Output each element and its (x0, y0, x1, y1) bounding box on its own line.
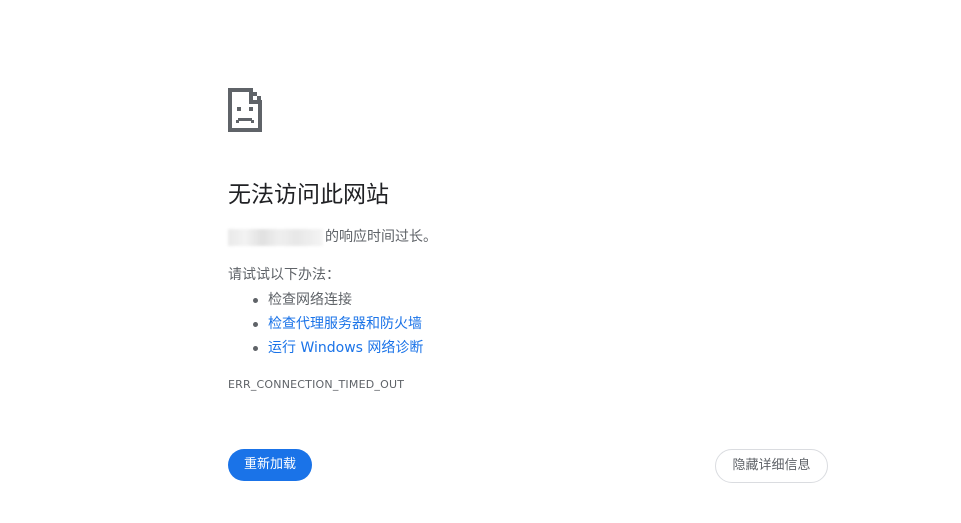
run-windows-diagnostics-link[interactable]: 运行 Windows 网络诊断 (268, 340, 423, 356)
suggestion-item-check-network: 检查网络连接 (228, 288, 648, 312)
suggestion-item-check-proxy[interactable]: 检查代理服务器和防火墙 (228, 312, 648, 336)
suggestions-list: 检查网络连接 检查代理服务器和防火墙 运行 Windows 网络诊断 (228, 288, 648, 360)
suggestion-item-run-diagnostics[interactable]: 运行 Windows 网络诊断 (228, 336, 648, 360)
suggestions-section: 请试试以下办法： 检查网络连接 检查代理服务器和防火墙 运行 Windows 网… (228, 265, 648, 360)
hide-details-button[interactable]: 隐藏详细信息 (715, 449, 828, 483)
suggestion-check-network: 检查网络连接 (268, 292, 352, 308)
check-proxy-firewall-link[interactable]: 检查代理服务器和防火墙 (268, 316, 422, 332)
error-code: ERR_CONNECTION_TIMED_OUT (228, 378, 405, 391)
browser-error-page: 无法访问此网站 的响应时间过长。 请试试以下办法： 检查网络连接 检查代理服务器… (0, 0, 961, 523)
sad-document-icon (228, 88, 262, 132)
page-title: 无法访问此网站 (228, 182, 389, 208)
error-content: 无法访问此网站 的响应时间过长。 请试试以下办法： 检查网络连接 检查代理服务器… (228, 88, 828, 483)
summary-text: 的响应时间过长。 (325, 229, 437, 245)
error-summary: 的响应时间过长。 (228, 227, 437, 247)
redacted-hostname (228, 228, 323, 246)
suggestions-heading: 请试试以下办法： (228, 267, 340, 283)
reload-button[interactable]: 重新加载 (228, 449, 312, 481)
